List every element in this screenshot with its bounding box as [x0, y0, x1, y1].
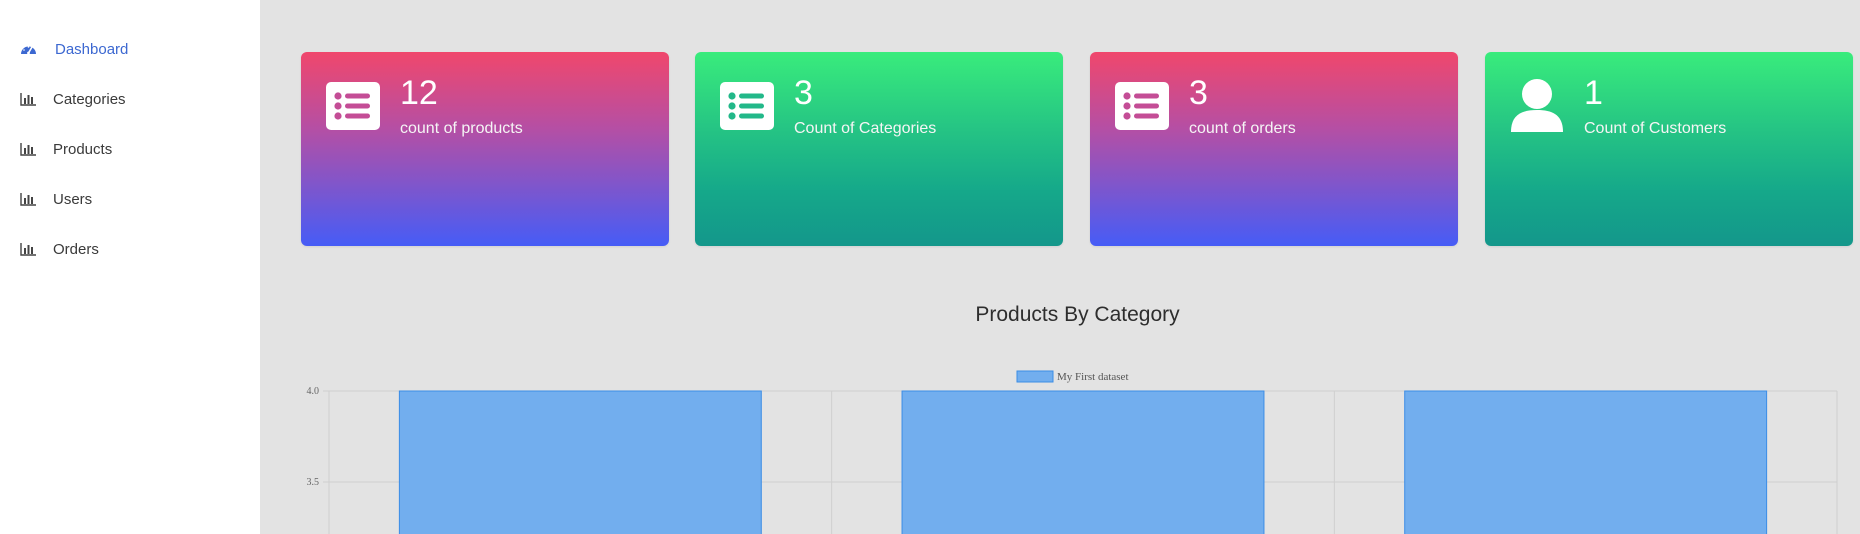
- stat-label: count of products: [400, 120, 523, 137]
- chart-title: Products By Category: [975, 303, 1180, 326]
- sidebar-item-categories[interactable]: Categories: [0, 81, 260, 117]
- sidebar-item-label: Users: [53, 190, 93, 208]
- y-tick-label: 3.5: [307, 477, 320, 488]
- sidebar-item-orders[interactable]: Orders: [0, 231, 260, 267]
- sidebar-item-label: Products: [53, 140, 113, 158]
- dashboard-gauge-icon: [21, 46, 36, 55]
- y-tick-label: 4.0: [307, 386, 320, 397]
- sidebar-item-label: Categories: [53, 90, 126, 108]
- main-content: 12 count of products 3 Count of Categori…: [260, 0, 1860, 534]
- user-icon: [1511, 79, 1563, 132]
- sidebar-item-users[interactable]: Users: [0, 181, 260, 217]
- stat-value: 3: [794, 74, 813, 112]
- stat-card-products[interactable]: 12 count of products: [301, 52, 669, 246]
- legend-swatch: [1016, 370, 1054, 383]
- stat-card-orders[interactable]: 3 count of orders: [1090, 52, 1458, 246]
- stat-label: count of orders: [1189, 120, 1296, 137]
- list-icon: [720, 82, 774, 130]
- bar-chart-icon: [20, 243, 36, 256]
- list-icon: [326, 82, 380, 130]
- sidebar-item-products[interactable]: Products: [0, 131, 260, 167]
- stat-value: 3: [1189, 74, 1208, 112]
- sidebar-item-label: Orders: [53, 240, 99, 258]
- bar: [398, 390, 762, 534]
- stat-card-categories[interactable]: 3 Count of Categories: [695, 52, 1063, 246]
- bar-chart-icon: [20, 143, 36, 156]
- stat-label: Count of Categories: [794, 120, 937, 137]
- sidebar-item-dashboard[interactable]: Dashboard: [0, 31, 260, 67]
- stat-card-customers[interactable]: 1 Count of Customers: [1485, 52, 1853, 246]
- list-icon: [1115, 82, 1169, 130]
- legend-label: My First dataset: [1057, 371, 1129, 383]
- bar: [901, 390, 1265, 534]
- sidebar: Dashboard Categories Products Users Orde…: [0, 0, 260, 534]
- sidebar-item-label: Dashboard: [55, 40, 129, 58]
- bar: [1404, 390, 1768, 534]
- stat-value: 1: [1584, 74, 1603, 112]
- products-by-category-chart: My First dataset 4.0 3.5: [307, 370, 1838, 534]
- bar-chart-icon: [20, 93, 36, 106]
- bar-chart-icon: [20, 193, 36, 206]
- stat-value: 12: [400, 74, 438, 112]
- stat-label: Count of Customers: [1584, 120, 1727, 137]
